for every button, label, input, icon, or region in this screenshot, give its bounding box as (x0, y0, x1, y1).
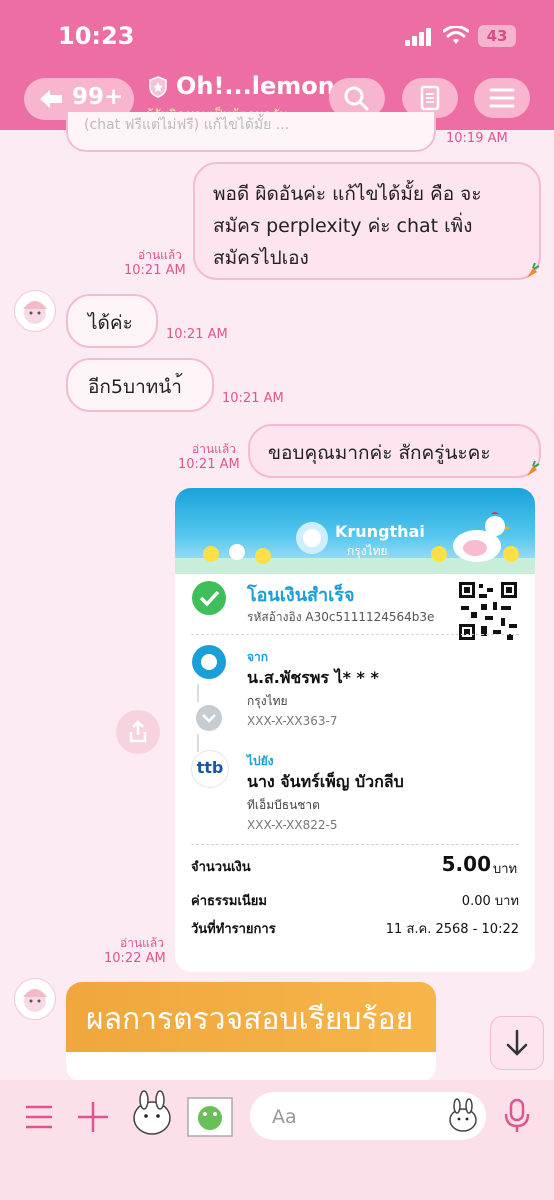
check-icon (192, 581, 226, 615)
to-name: นาง จันทร์เพ็ญ บัวกลีบ (247, 772, 404, 791)
arrow-left-icon (40, 90, 62, 108)
emoji-icon[interactable] (446, 1098, 480, 1134)
chick-illustration (503, 546, 519, 562)
transfer-status: โอนเงินสำเร็จ (247, 585, 355, 606)
message-time: 10:21 AM (178, 457, 240, 472)
message-line: สมัครไปเอง (213, 247, 309, 269)
message-bubble-partial[interactable]: (chat ฟรีแต่ไม่ฟรี) แก้ไขได้มั้ย ... (66, 112, 436, 152)
share-button[interactable] (116, 710, 160, 754)
unread-count: 99+ (72, 84, 124, 110)
scroll-to-bottom-button[interactable] (490, 1016, 544, 1070)
fee-label: ค่าธรรมเนียม (191, 894, 267, 909)
message-bubble-outgoing[interactable]: พอดี ผิดอันค่ะ แก้ไขได้มั้ย คือ จะ สมัคร… (193, 162, 541, 280)
transfer-receipt[interactable]: Krungthai กรุงไทย โอนเงินสำเร็จ รหัสอ้าง… (175, 488, 535, 972)
message-time: 10:21 AM (124, 263, 186, 278)
from-bank: กรุงไทย (247, 694, 288, 708)
from-name: น.ส.พัชรพร ไ* * * (247, 668, 379, 687)
mic-icon[interactable] (502, 1098, 532, 1134)
search-icon (344, 86, 369, 111)
menu-icon (489, 88, 515, 108)
qr-code[interactable] (457, 580, 519, 642)
to-account: XXX-X-XX822-5 (247, 818, 338, 832)
date-value: 11 ส.ค. 2568 - 10:22 (385, 922, 519, 937)
carrot-icon (527, 460, 540, 476)
message-text-field[interactable] (270, 1102, 454, 1132)
reference-id: รหัสอ้างอิง A30c5111124564b3e (247, 610, 435, 624)
notes-icon (420, 85, 440, 111)
message-line: สมัคร perplexity ค่ะ chat เพิ่ง (213, 215, 473, 237)
amount-value: 5.00 (441, 852, 491, 876)
verification-result-card[interactable]: ผลการตรวจสอบเรียบร้อย (66, 982, 436, 1082)
message-bubble-incoming[interactable]: ได้ค่ะ (66, 294, 158, 348)
to-label: ไปยัง (247, 754, 274, 768)
message-text: ขอบคุณมากค่ะ สักครู่นะคะ (268, 442, 491, 464)
message-time: 10:19 AM (446, 131, 508, 146)
message-text: (chat ฟรีแต่ไม่ฟรี) แก้ไขได้มั้ย ... (84, 117, 290, 133)
bank-name: Krungthai (335, 522, 425, 541)
message-time: 10:22 AM (104, 951, 166, 966)
menu-icon[interactable] (24, 1104, 54, 1130)
plus-icon[interactable] (76, 1100, 110, 1134)
bank-logo (296, 522, 328, 554)
message-bubble-incoming[interactable]: อีก5บาทนำ้ (66, 358, 214, 412)
message-input[interactable] (250, 1092, 486, 1140)
message-bubble-outgoing[interactable]: ขอบคุณมากค่ะ สักครู่นะคะ (248, 424, 541, 478)
carrot-icon (527, 262, 540, 278)
to-bank: ทีเอ็มบีธนชาต (247, 798, 320, 812)
ttb-logo: ttb (191, 750, 229, 788)
chat-header: 10:23 43 99+ Oh!...lemon ผู้รับผิดชอบเป็… (0, 0, 554, 130)
shield-icon (149, 76, 167, 98)
menu-button[interactable] (474, 78, 530, 118)
wifi-icon (443, 26, 469, 44)
fee-value: 0.00 บาท (461, 894, 519, 909)
amount-unit: บาท (493, 862, 518, 877)
status-time: 10:23 (58, 22, 135, 50)
cellular-signal-icon (405, 28, 431, 46)
message-line: พอดี ผิดอันค่ะ แก้ไขได้มั้ย คือ จะ (213, 183, 482, 205)
share-icon (129, 720, 147, 743)
bank-name-th: กรุงไทย (347, 544, 388, 558)
avatar[interactable] (14, 290, 56, 332)
amount-label: จำนวนเงิน (191, 860, 251, 875)
chick-illustration (255, 548, 271, 564)
sticker-icon[interactable] (128, 1090, 176, 1140)
photo-sticker-icon[interactable] (186, 1096, 234, 1138)
message-time: 10:21 AM (166, 327, 228, 342)
chick-illustration (203, 546, 219, 562)
battery-indicator: 43 (478, 25, 516, 47)
message-text: อีก5บาทนำ้ (88, 376, 182, 398)
arrow-down-icon (506, 1029, 528, 1056)
avatar[interactable] (14, 978, 56, 1020)
date-label: วันที่ทำรายการ (191, 922, 276, 937)
from-account: XXX-X-XX363-7 (247, 714, 338, 728)
verification-result-text: ผลการตรวจสอบเรียบร้อย (86, 1002, 414, 1037)
message-text: ได้ค่ะ (88, 312, 133, 334)
krungthai-logo (192, 645, 226, 679)
chevron-down-icon (196, 705, 222, 731)
chat-title[interactable]: Oh!...lemon (176, 72, 335, 100)
receipt-banner: Krungthai กรุงไทย (175, 488, 535, 574)
chick-illustration (229, 544, 245, 560)
from-label: จาก (247, 650, 269, 664)
message-time: 10:21 AM (222, 391, 284, 406)
chick-illustration (431, 546, 447, 562)
